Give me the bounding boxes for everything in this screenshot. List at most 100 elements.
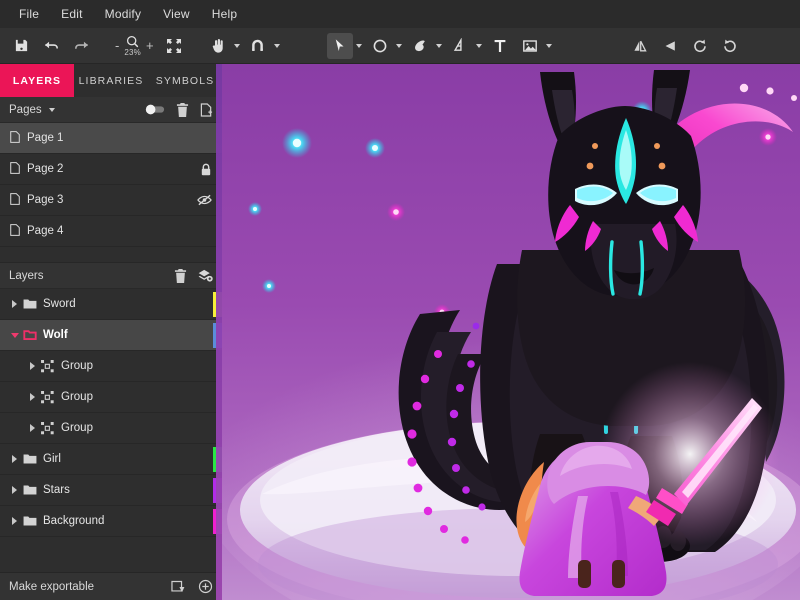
tab-libraries[interactable]: LIBRARIES bbox=[74, 64, 148, 97]
pages-list-filler bbox=[0, 247, 222, 263]
expand-chevron-right-icon[interactable] bbox=[8, 300, 21, 308]
layer-label: Group bbox=[61, 391, 93, 403]
group-icon bbox=[41, 390, 55, 404]
page-label: Page 3 bbox=[27, 194, 64, 206]
zoom-out-button[interactable]: - bbox=[110, 38, 124, 53]
canvas-artboard[interactable] bbox=[222, 64, 800, 600]
layer-label: Wolf bbox=[43, 329, 68, 341]
lock-icon[interactable] bbox=[200, 163, 212, 176]
layer-row-background[interactable]: Background bbox=[0, 506, 222, 537]
add-circle-icon[interactable] bbox=[198, 579, 213, 594]
collapse-chevron-down-icon[interactable] bbox=[8, 332, 21, 338]
text-tool-icon[interactable] bbox=[487, 33, 513, 59]
pointer-tool-icon[interactable] bbox=[326, 32, 353, 59]
layer-row-girl[interactable]: Girl bbox=[0, 444, 222, 475]
pages-chevron-down-icon[interactable] bbox=[48, 108, 55, 112]
layer-label: Stars bbox=[43, 484, 70, 496]
trash-icon[interactable] bbox=[174, 268, 187, 283]
flip-vertical-icon[interactable] bbox=[657, 33, 683, 59]
rotate-counterclockwise-icon[interactable] bbox=[687, 33, 713, 59]
pen-tool-icon[interactable] bbox=[407, 33, 433, 59]
menu-view[interactable]: View bbox=[152, 3, 201, 25]
pages-panel-title: Pages bbox=[9, 103, 42, 116]
layers-panel-title: Layers bbox=[9, 269, 44, 282]
expand-chevron-right-icon[interactable] bbox=[8, 486, 21, 494]
layer-label: Background bbox=[43, 515, 105, 527]
layer-row-group-3[interactable]: Group bbox=[0, 413, 222, 444]
trash-icon[interactable] bbox=[176, 102, 189, 117]
rotate-clockwise-icon[interactable] bbox=[717, 33, 743, 59]
redo-icon[interactable] bbox=[68, 33, 94, 59]
add-page-icon[interactable] bbox=[200, 102, 213, 117]
folder-icon bbox=[23, 453, 37, 465]
hand-tool-icon[interactable] bbox=[205, 33, 231, 59]
panel-tabs: LAYERS LIBRARIES SYMBOLS bbox=[0, 64, 222, 97]
zoom-control: - 23% + bbox=[110, 35, 159, 57]
folder-icon bbox=[23, 515, 37, 527]
undo-icon[interactable] bbox=[38, 33, 64, 59]
layers-panel-header: Layers bbox=[0, 263, 222, 289]
toggle-switch-on-icon[interactable] bbox=[145, 104, 165, 115]
magnet-snap-chevron-down-icon[interactable] bbox=[273, 43, 280, 48]
page-file-icon bbox=[10, 223, 20, 239]
flip-horizontal-icon[interactable] bbox=[627, 33, 653, 59]
make-exportable-label[interactable]: Make exportable bbox=[9, 581, 94, 593]
layer-row-stars[interactable]: Stars bbox=[0, 475, 222, 506]
page-label: Page 4 bbox=[27, 225, 64, 237]
pointer-tool-chevron-down-icon[interactable] bbox=[355, 43, 362, 48]
group-icon bbox=[41, 359, 55, 373]
page-row-1[interactable]: Page 1 bbox=[0, 123, 222, 154]
layer-label: Group bbox=[61, 422, 93, 434]
menu-help[interactable]: Help bbox=[201, 3, 248, 25]
panel-right-accent-strip bbox=[216, 64, 222, 600]
expand-chevron-right-icon[interactable] bbox=[26, 362, 39, 370]
layer-row-group-1[interactable]: Group bbox=[0, 351, 222, 382]
page-file-icon bbox=[10, 161, 20, 177]
zoom-in-button[interactable]: + bbox=[141, 38, 159, 53]
layers-bottom-bar: Make exportable bbox=[0, 572, 222, 600]
hand-tool-chevron-down-icon[interactable] bbox=[233, 43, 240, 48]
menu-bar: File Edit Modify View Help bbox=[0, 0, 800, 28]
save-icon[interactable] bbox=[8, 33, 34, 59]
main-toolbar: - 23% + bbox=[0, 28, 800, 64]
layer-row-sword[interactable]: Sword bbox=[0, 289, 222, 320]
layer-label: Sword bbox=[43, 298, 76, 310]
zoom-icon[interactable]: 23% bbox=[124, 35, 141, 57]
layer-row-group-2[interactable]: Group bbox=[0, 382, 222, 413]
pen-tool-chevron-down-icon[interactable] bbox=[435, 43, 442, 48]
expand-chevron-right-icon[interactable] bbox=[8, 455, 21, 463]
add-layer-icon[interactable] bbox=[198, 269, 213, 283]
page-row-3[interactable]: Page 3 bbox=[0, 185, 222, 216]
fit-to-screen-icon[interactable] bbox=[161, 33, 187, 59]
menu-file[interactable]: File bbox=[8, 3, 50, 25]
layer-label: Girl bbox=[43, 453, 61, 465]
vector-shape-chevron-down-icon[interactable] bbox=[475, 43, 482, 48]
pages-list: Page 1 Page 2 Page 3 Page 4 bbox=[0, 123, 222, 263]
wolf-and-girl-illustration bbox=[222, 64, 800, 600]
folder-icon bbox=[23, 298, 37, 310]
page-row-2[interactable]: Page 2 bbox=[0, 154, 222, 185]
image-tool-icon[interactable] bbox=[517, 33, 543, 59]
ellipse-tool-icon[interactable] bbox=[367, 33, 393, 59]
menu-modify[interactable]: Modify bbox=[94, 3, 153, 25]
export-slice-icon[interactable] bbox=[171, 580, 185, 593]
expand-chevron-right-icon[interactable] bbox=[8, 517, 21, 525]
layers-list: Sword Wolf Group Group Group Girl Stars … bbox=[0, 289, 222, 572]
layer-row-wolf[interactable]: Wolf bbox=[0, 320, 222, 351]
page-row-4[interactable]: Page 4 bbox=[0, 216, 222, 247]
tab-symbols[interactable]: SYMBOLS bbox=[148, 64, 222, 97]
tab-layers[interactable]: LAYERS bbox=[0, 64, 74, 97]
app-window: File Edit Modify View Help - 23% + LAYER… bbox=[0, 0, 800, 600]
vector-shape-icon[interactable] bbox=[447, 33, 473, 59]
ellipse-tool-chevron-down-icon[interactable] bbox=[395, 43, 402, 48]
hidden-eye-icon[interactable] bbox=[197, 194, 212, 206]
menu-edit[interactable]: Edit bbox=[50, 3, 93, 25]
expand-chevron-right-icon[interactable] bbox=[26, 393, 39, 401]
image-tool-chevron-down-icon[interactable] bbox=[545, 43, 552, 48]
layer-label: Group bbox=[61, 360, 93, 372]
zoom-level-value: 23% bbox=[124, 47, 141, 57]
magnet-snap-icon[interactable] bbox=[245, 33, 271, 59]
expand-chevron-right-icon[interactable] bbox=[26, 424, 39, 432]
workspace: LAYERS LIBRARIES SYMBOLS Pages Page 1 Pa… bbox=[0, 64, 800, 600]
folder-icon bbox=[23, 329, 37, 341]
